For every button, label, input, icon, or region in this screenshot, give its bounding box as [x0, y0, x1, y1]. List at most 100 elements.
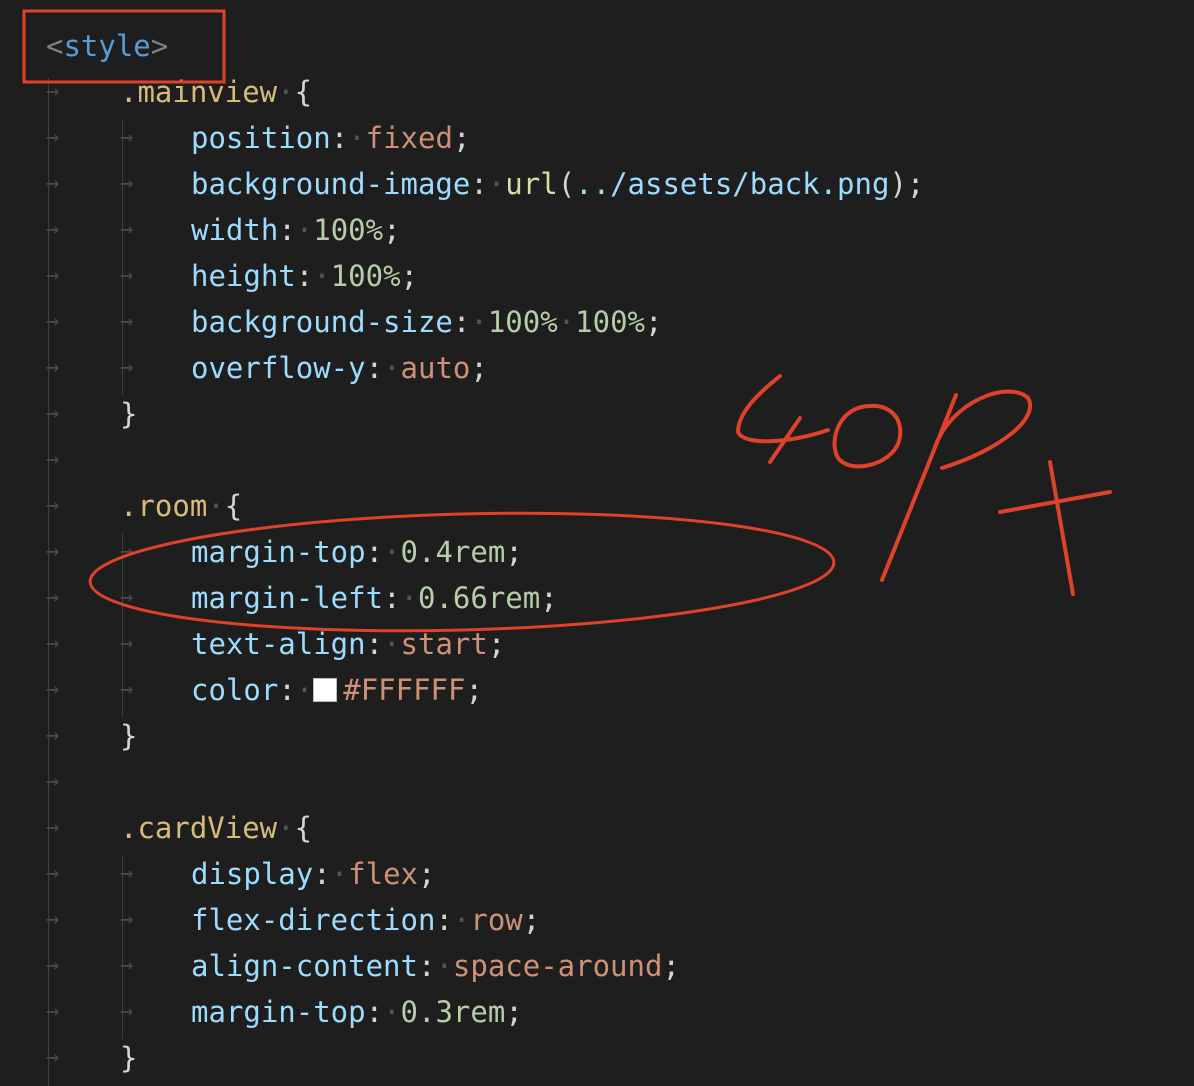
punctuation: (: [557, 167, 576, 201]
css-number: 100%: [487, 305, 558, 339]
space-marker: ·: [383, 627, 401, 661]
space-marker: ·: [557, 305, 576, 339]
tab-whitespace-icon: →: [120, 309, 134, 334]
tag-name: style: [63, 29, 151, 63]
tab-whitespace-icon: →: [46, 677, 60, 702]
colon: :: [295, 259, 314, 293]
css-property: text-align: [191, 627, 366, 661]
code-line: → → margin-top:·0.3rem;: [0, 989, 1194, 1035]
space-marker: ·: [313, 259, 331, 293]
code-content: .mainview·{: [120, 69, 312, 115]
colon: :: [452, 305, 471, 339]
semicolon: ;: [470, 351, 488, 385]
code-line: → → align-content:·space-around;: [0, 943, 1194, 989]
code-content: background-image:·url(../assets/back.png…: [191, 161, 924, 207]
code-line: → → background-image:·url(../assets/back.p…: [0, 161, 1194, 207]
code-line: → .room·{: [0, 483, 1194, 529]
code-content: }: [120, 1035, 137, 1081]
code-content: color:· #FFFFFF;: [191, 667, 483, 713]
space-marker: ·: [277, 75, 295, 109]
tab-whitespace-icon: →: [120, 999, 134, 1024]
code-line: → → margin-left:·0.66rem;: [0, 575, 1194, 621]
css-property: background-image: [191, 167, 471, 201]
open-brace: {: [294, 811, 313, 845]
semicolon: ;: [906, 167, 925, 201]
space-marker: ·: [207, 489, 225, 523]
colon: :: [365, 351, 384, 385]
code-line: →}: [0, 713, 1194, 759]
code-line: → → margin-top:·0.4rem;: [0, 529, 1194, 575]
css-number: 0.66rem: [418, 581, 541, 615]
semicolon: ;: [522, 903, 541, 937]
semicolon: ;: [383, 213, 401, 247]
colon: :: [313, 857, 331, 891]
code-content: .cardView·{: [120, 805, 312, 851]
colon: :: [435, 903, 453, 937]
colon: :: [365, 995, 384, 1029]
css-property: position: [191, 121, 331, 155]
tab-whitespace-icon: →: [120, 263, 134, 288]
code-line: <style>: [0, 23, 1194, 69]
tab-whitespace-icon: →: [46, 907, 60, 932]
css-value: #FFFFFF: [343, 673, 466, 707]
css-value: flex: [348, 857, 418, 891]
tab-whitespace-icon: →: [120, 677, 134, 702]
code-editor[interactable]: <style> → .mainview·{→ → position:·fixed; → → b…: [0, 0, 1194, 1086]
css-value: auto: [400, 351, 471, 385]
space-marker: ·: [348, 121, 366, 155]
code-line: → → background-size:·100%·100%;: [0, 299, 1194, 345]
css-property: align-content: [191, 949, 418, 983]
colon: :: [330, 121, 349, 155]
code-line: → → position:·fixed;: [0, 115, 1194, 161]
semicolon: ;: [418, 857, 436, 891]
css-number: 100%: [575, 305, 645, 339]
code-line: → → text-align:·start;: [0, 621, 1194, 667]
semicolon: ;: [645, 305, 663, 339]
space-marker: ·: [487, 167, 506, 201]
tab-whitespace-icon: →: [120, 217, 134, 242]
space-marker: ·: [383, 995, 401, 1029]
css-function: url: [505, 167, 558, 201]
code-content: margin-left:·0.66rem;: [191, 575, 558, 621]
tab-whitespace-icon: →: [46, 171, 60, 196]
semicolon: ;: [505, 535, 523, 569]
tab-whitespace-icon: →: [46, 493, 60, 518]
colon: :: [278, 213, 296, 247]
css-selector: .cardView: [120, 811, 278, 845]
code-content: height:·100%;: [191, 253, 418, 299]
tab-whitespace-icon: →: [46, 217, 60, 242]
open-brace: {: [294, 75, 313, 109]
tab-whitespace-icon: →: [120, 631, 134, 656]
tab-whitespace-icon: →: [120, 355, 134, 380]
code-line: → → display:·flex;: [0, 851, 1194, 897]
tab-whitespace-icon: →: [46, 953, 60, 978]
css-property: color: [191, 673, 279, 707]
semicolon: ;: [452, 121, 471, 155]
code-content: overflow-y:·auto;: [191, 345, 488, 391]
tab-whitespace-icon: →: [120, 907, 134, 932]
code-content: background-size:·100%·100%;: [191, 299, 662, 345]
css-property: display: [191, 857, 314, 891]
semicolon: ;: [487, 627, 506, 661]
code-content: <style>: [46, 23, 168, 69]
tab-whitespace-icon: →: [120, 953, 134, 978]
space-marker: ·: [277, 811, 295, 845]
code-content: }: [120, 391, 137, 437]
code-content: margin-top:·0.3rem;: [191, 989, 523, 1035]
tag-open-bracket: <: [46, 29, 64, 63]
colon: :: [278, 673, 296, 707]
code-content: display:·flex;: [191, 851, 435, 897]
tab-whitespace-icon: →: [46, 723, 60, 748]
colon: :: [383, 581, 401, 615]
space-marker: ·: [435, 949, 453, 983]
css-value: start: [400, 627, 488, 661]
css-selector: .mainview: [120, 75, 278, 109]
css-property: overflow-y: [191, 351, 366, 385]
semicolon: ;: [540, 581, 558, 615]
tab-whitespace-icon: →: [46, 125, 60, 150]
close-brace: }: [120, 1041, 138, 1075]
css-value: space-around: [452, 949, 663, 983]
css-property: flex-direction: [191, 903, 436, 937]
tab-whitespace-icon: →: [46, 815, 60, 840]
code-line: →: [0, 759, 1194, 805]
